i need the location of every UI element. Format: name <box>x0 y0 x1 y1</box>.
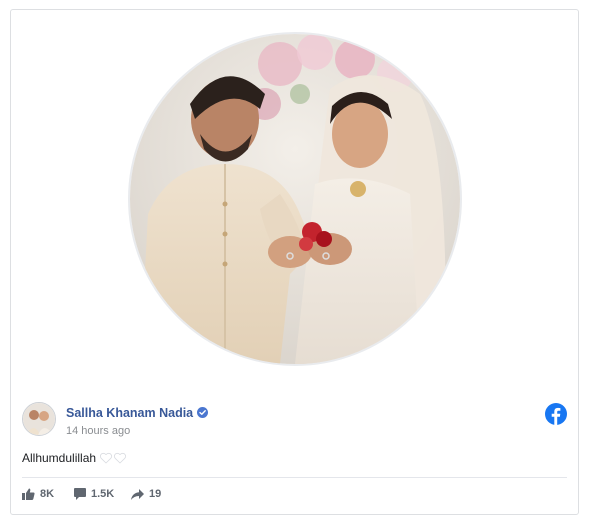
avatar-image <box>23 403 55 435</box>
thumbs-up-icon <box>22 488 35 500</box>
author-name[interactable]: Sallha Khanam Nadia <box>66 406 193 420</box>
facebook-post-card: Sallha Khanam Nadia 14 hours ago Allhumd… <box>10 9 579 515</box>
author-avatar[interactable] <box>22 402 56 436</box>
post-photo[interactable] <box>128 32 462 366</box>
comments-stat[interactable]: 1.5K <box>74 488 114 500</box>
shares-stat[interactable]: 19 <box>131 488 161 500</box>
white-hearts-icon <box>99 452 128 467</box>
post-text: Allhumdulillah <box>22 451 97 465</box>
post-message: Allhumdulillah <box>22 451 128 467</box>
likes-stat[interactable]: 8K <box>22 488 54 500</box>
facebook-logo-icon[interactable] <box>545 403 567 425</box>
comment-bubble-icon <box>74 488 86 500</box>
wedding-photo-image <box>130 34 460 364</box>
likes-count: 8K <box>40 488 55 500</box>
share-arrow-icon <box>131 488 144 500</box>
post-timestamp[interactable]: 14 hours ago <box>66 425 130 437</box>
shares-count: 19 <box>149 488 162 500</box>
verified-badge-icon <box>197 407 209 418</box>
post-header: Sallha Khanam Nadia 14 hours ago <box>22 402 567 442</box>
divider <box>22 477 567 478</box>
comments-count: 1.5K <box>91 488 115 500</box>
author-name-row[interactable]: Sallha Khanam Nadia <box>66 406 209 420</box>
